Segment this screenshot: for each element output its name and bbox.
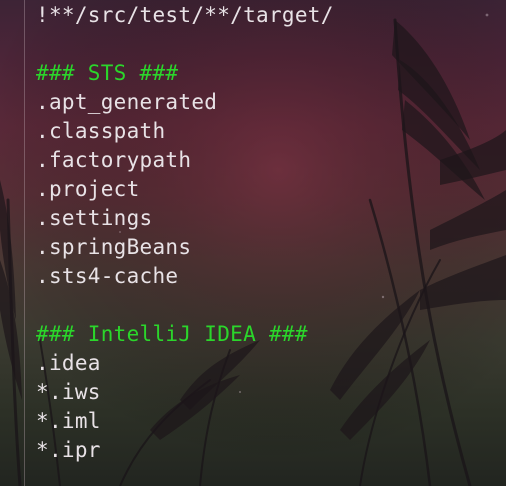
editor-gutter-divider (24, 0, 25, 486)
code-line-9[interactable]: .springBeans (36, 233, 334, 262)
code-line-15[interactable]: *.iml (36, 407, 334, 436)
code-line-1[interactable]: !**/src/test/**/target/ (36, 0, 334, 30)
code-line-4[interactable]: .apt_generated (36, 88, 334, 117)
code-line-5[interactable]: .classpath (36, 117, 334, 146)
text-editor[interactable]: !**/src/test/**/target/ ### STS ### .apt… (36, 0, 334, 465)
code-line-16[interactable]: *.ipr (36, 436, 334, 465)
code-line-8[interactable]: .settings (36, 204, 334, 233)
code-line-7[interactable]: .project (36, 175, 334, 204)
code-line-2[interactable] (36, 30, 334, 59)
code-line-14[interactable]: *.iws (36, 378, 334, 407)
code-line-6[interactable]: .factorypath (36, 146, 334, 175)
code-line-13[interactable]: .idea (36, 349, 334, 378)
code-line-3-comment[interactable]: ### STS ### (36, 59, 334, 88)
code-line-11[interactable] (36, 291, 334, 320)
code-line-12-comment[interactable]: ### IntelliJ IDEA ### (36, 320, 334, 349)
code-line-10[interactable]: .sts4-cache (36, 262, 334, 291)
